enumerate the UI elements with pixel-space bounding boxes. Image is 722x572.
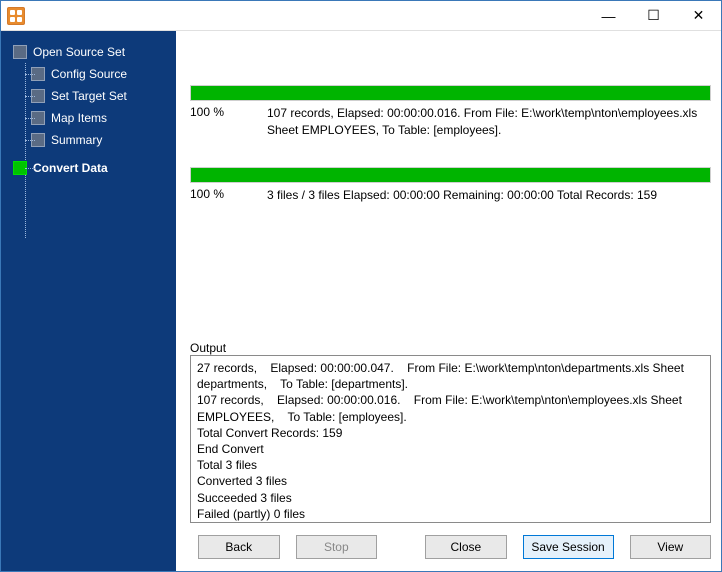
overall-progress-percent: 100 % (190, 187, 245, 201)
file-progress-percent: 100 % (190, 105, 245, 119)
file-progress-row: 100 % 107 records, Elapsed: 00:00:00.016… (190, 105, 711, 139)
step-box-icon (31, 133, 45, 147)
sidebar-item-label: Open Source Set (33, 45, 125, 59)
view-button[interactable]: View (630, 535, 712, 559)
step-box-icon (31, 111, 45, 125)
sidebar-item-label: Map Items (51, 111, 107, 125)
sidebar-item-label: Convert Data (33, 161, 108, 175)
close-button[interactable]: Close (425, 535, 507, 559)
sidebar-item-set-target-set[interactable]: Set Target Set (7, 85, 170, 107)
sidebar-item-map-items[interactable]: Map Items (7, 107, 170, 129)
body: Open Source Set Config Source Set Target… (1, 31, 721, 571)
sidebar-item-label: Summary (51, 133, 102, 147)
wizard-sidebar: Open Source Set Config Source Set Target… (1, 31, 176, 571)
stop-button: Stop (296, 535, 378, 559)
sidebar-item-open-source-set[interactable]: Open Source Set (7, 41, 170, 63)
sidebar-item-summary[interactable]: Summary (7, 129, 170, 151)
overall-progress-row: 100 % 3 files / 3 files Elapsed: 00:00:0… (190, 187, 711, 204)
output-textarea[interactable]: 27 records, Elapsed: 00:00:00.047. From … (190, 355, 711, 523)
step-box-icon (31, 89, 45, 103)
window-close-button[interactable]: ✕ (676, 1, 721, 31)
file-progress-details: 107 records, Elapsed: 00:00:00.016. From… (267, 105, 711, 139)
sidebar-item-convert-data[interactable]: Convert Data (7, 157, 170, 179)
sidebar-item-label: Set Target Set (51, 89, 127, 103)
save-session-button[interactable]: Save Session (523, 535, 614, 559)
button-row: Back Stop Close Save Session View (190, 523, 711, 561)
app-grid-icon (7, 7, 25, 25)
app-window: — ☐ ✕ Open Source Set Config Source Set … (0, 0, 722, 572)
step-box-icon (13, 45, 27, 59)
back-button[interactable]: Back (198, 535, 280, 559)
titlebar: — ☐ ✕ (1, 1, 721, 31)
sidebar-item-config-source[interactable]: Config Source (7, 63, 170, 85)
overall-progress-details: 3 files / 3 files Elapsed: 00:00:00 Rema… (267, 187, 711, 204)
sidebar-item-label: Config Source (51, 67, 127, 81)
output-label: Output (190, 341, 711, 355)
progress-section: 100 % 107 records, Elapsed: 00:00:00.016… (190, 37, 711, 231)
window-maximize-button[interactable]: ☐ (631, 1, 676, 31)
file-progress-bar (190, 85, 711, 101)
step-box-icon (31, 67, 45, 81)
window-minimize-button[interactable]: — (586, 1, 631, 31)
overall-progress-bar (190, 167, 711, 183)
main-panel: 100 % 107 records, Elapsed: 00:00:00.016… (176, 31, 721, 571)
step-box-icon (13, 161, 27, 175)
